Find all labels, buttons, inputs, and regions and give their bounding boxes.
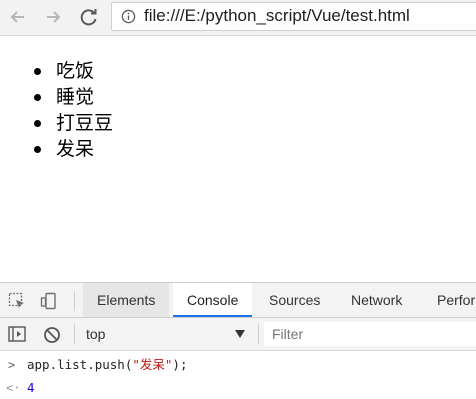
list-item: 打豆豆 xyxy=(34,110,113,136)
info-icon[interactable] xyxy=(121,9,136,24)
console-result: 4 xyxy=(27,380,35,395)
url-text: file:///E:/python_script/Vue/test.html xyxy=(144,6,410,25)
filter-input[interactable] xyxy=(264,322,476,346)
tab-performance[interactable]: Perfor xyxy=(423,283,476,317)
list-item: 吃饭 xyxy=(34,58,113,84)
devtools-tab-bar: Elements Console Sources Network Perfor xyxy=(0,283,476,318)
toolbar-divider xyxy=(74,324,75,344)
address-bar[interactable]: file:///E:/python_script/Vue/test.html xyxy=(111,2,476,31)
devtools-panel: Elements Console Sources Network Perfor … xyxy=(0,282,476,398)
bullet-icon xyxy=(34,94,41,101)
forward-button[interactable] xyxy=(40,4,66,30)
bullet-icon xyxy=(34,68,41,75)
context-select[interactable]: top xyxy=(86,326,105,342)
tab-elements[interactable]: Elements xyxy=(83,283,170,317)
arrow-right-icon xyxy=(47,11,61,23)
console-command: app.list.push("发呆"); xyxy=(27,357,188,372)
clear-console-icon[interactable] xyxy=(43,326,61,344)
toolbar-divider xyxy=(74,291,75,311)
back-button[interactable] xyxy=(5,4,31,30)
console-toolbar: top xyxy=(0,318,476,351)
device-toolbar-icon[interactable] xyxy=(40,292,58,310)
browser-toolbar: file:///E:/python_script/Vue/test.html xyxy=(0,0,476,36)
page-content: 吃饭 睡觉 打豆豆 发呆 xyxy=(0,36,476,282)
bullet-icon xyxy=(34,120,41,127)
list-item: 睡觉 xyxy=(34,84,113,110)
console-input-line: > app.list.push("发呆"); xyxy=(0,354,476,376)
tab-network[interactable]: Network xyxy=(337,283,416,317)
item-list: 吃饭 睡觉 打豆豆 发呆 xyxy=(34,58,113,162)
sidebar-toggle-icon[interactable] xyxy=(8,326,26,342)
result-arrow-icon: <· xyxy=(6,381,21,395)
inspect-element-icon[interactable] xyxy=(8,292,26,310)
tab-console[interactable]: Console xyxy=(173,283,253,317)
tab-sources[interactable]: Sources xyxy=(255,283,334,317)
reload-button[interactable] xyxy=(76,4,102,30)
console-output: > app.list.push("发呆"); <· 4 xyxy=(0,351,476,398)
console-result-line: <· 4 xyxy=(0,377,476,399)
bullet-icon xyxy=(34,146,41,153)
reload-icon xyxy=(80,9,97,26)
arrow-left-icon xyxy=(10,11,24,23)
toolbar-divider xyxy=(258,324,259,344)
prompt-chevron-icon: > xyxy=(8,358,16,372)
list-item: 发呆 xyxy=(34,136,113,162)
chevron-down-icon[interactable] xyxy=(235,330,245,338)
